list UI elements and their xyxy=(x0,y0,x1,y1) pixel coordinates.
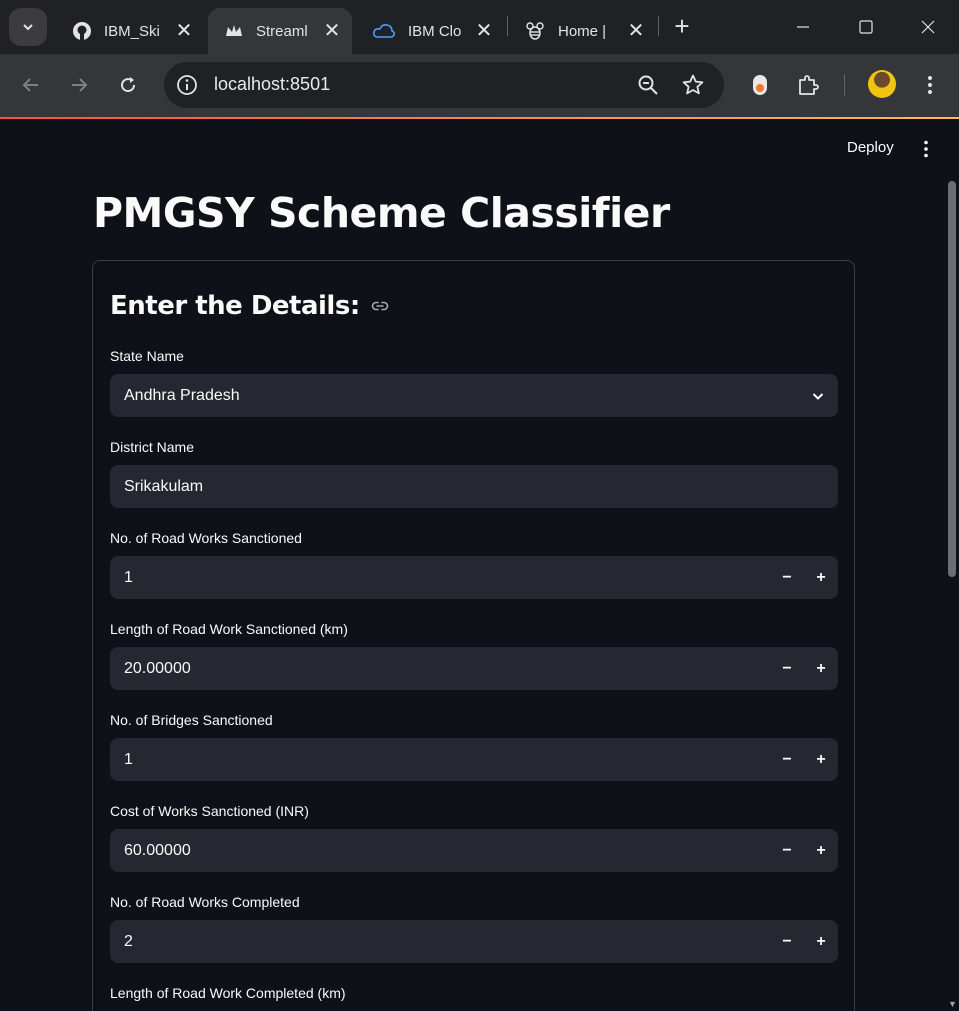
minimize-icon xyxy=(797,26,809,28)
maximize-button[interactable] xyxy=(846,12,886,42)
road-works-sanctioned-value: 1 xyxy=(124,568,133,586)
tab-separator xyxy=(658,16,659,36)
chevron-down-icon[interactable] xyxy=(798,374,838,417)
state-name-label: State Name xyxy=(110,348,184,364)
bridges-sanctioned-label: No. of Bridges Sanctioned xyxy=(110,712,273,728)
state-name-value: Andhra Pradesh xyxy=(124,386,240,404)
browser-menu-icon[interactable] xyxy=(915,70,945,100)
toolbar-divider xyxy=(844,74,845,96)
cost-sanctioned-value: 60.00000 xyxy=(124,841,191,859)
increment-button[interactable]: + xyxy=(804,829,838,872)
decrement-button[interactable]: − xyxy=(770,829,804,872)
tab-github[interactable]: IBM_Ski ✕ xyxy=(56,8,204,54)
increment-button[interactable]: + xyxy=(804,556,838,599)
district-name-label: District Name xyxy=(110,439,195,455)
road-length-completed-label: Length of Road Work Completed (km) xyxy=(110,985,346,1001)
cost-sanctioned-input[interactable]: 60.00000 − + xyxy=(110,829,838,872)
decrement-button[interactable]: − xyxy=(770,920,804,963)
arrow-left-icon xyxy=(22,78,38,92)
increment-button[interactable]: + xyxy=(804,647,838,690)
details-form: Enter the Details: State Name Andhra Pra… xyxy=(92,260,855,1011)
tab-title: Streaml xyxy=(256,22,308,40)
page-title: PMGSY Scheme Classifier xyxy=(93,189,670,237)
streamlit-crown-icon xyxy=(226,25,242,36)
github-icon xyxy=(73,22,91,40)
zoom-icon[interactable] xyxy=(636,73,660,97)
site-info-icon[interactable] xyxy=(175,73,199,97)
close-icon[interactable]: ✕ xyxy=(626,21,646,41)
road-works-completed-label: No. of Road Works Completed xyxy=(110,894,300,910)
tab-title: IBM_Ski xyxy=(104,22,160,40)
form-heading-text: Enter the Details: xyxy=(110,291,360,321)
chevron-down-icon xyxy=(23,24,33,31)
road-length-sanctioned-value: 20.00000 xyxy=(124,659,191,677)
increment-button[interactable]: + xyxy=(804,920,838,963)
road-works-completed-value: 2 xyxy=(124,932,133,950)
close-icon[interactable]: ✕ xyxy=(174,21,194,41)
cost-sanctioned-label: Cost of Works Sanctioned (INR) xyxy=(110,803,309,819)
profile-avatar[interactable] xyxy=(868,70,896,98)
form-heading: Enter the Details: xyxy=(110,291,390,321)
bridges-sanctioned-value: 1 xyxy=(124,750,133,768)
tab-home[interactable]: Home | ✕ xyxy=(508,8,656,54)
close-icon[interactable]: ✕ xyxy=(474,21,494,41)
forward-button[interactable] xyxy=(62,68,96,102)
road-length-sanctioned-input[interactable]: 20.00000 − + xyxy=(110,647,838,690)
tab-search-button[interactable] xyxy=(9,8,47,46)
district-name-value: Srikakulam xyxy=(124,477,204,495)
decrement-button[interactable]: − xyxy=(770,647,804,690)
tab-title: IBM Clo xyxy=(408,22,462,40)
bee-icon xyxy=(526,22,544,40)
deploy-button[interactable]: Deploy xyxy=(847,139,894,156)
ibm-cloud-icon xyxy=(373,24,396,38)
close-icon[interactable]: ✕ xyxy=(322,21,342,41)
close-icon xyxy=(921,20,935,34)
reload-icon xyxy=(121,77,136,93)
minimize-button[interactable] xyxy=(783,12,823,42)
decrement-button[interactable]: − xyxy=(770,556,804,599)
page-scrollbar[interactable] xyxy=(948,181,956,577)
district-name-input[interactable]: Srikakulam xyxy=(110,465,838,508)
anchor-link-icon[interactable] xyxy=(370,296,390,316)
arrow-right-icon xyxy=(72,78,88,92)
scroll-down-arrow-icon[interactable]: ▼ xyxy=(948,999,958,1009)
road-length-sanctioned-label: Length of Road Work Sanctioned (km) xyxy=(110,621,348,637)
streamlit-app: Deploy ▼ PMGSY Scheme Classifier Enter t… xyxy=(0,119,959,1011)
road-works-sanctioned-label: No. of Road Works Sanctioned xyxy=(110,530,302,546)
maximize-icon xyxy=(859,20,873,34)
extension-record-icon[interactable] xyxy=(745,70,775,100)
more-options-icon[interactable] xyxy=(916,139,936,159)
browser-toolbar: localhost:8501 xyxy=(0,54,959,117)
road-works-sanctioned-input[interactable]: 1 − + xyxy=(110,556,838,599)
address-bar[interactable]: localhost:8501 xyxy=(164,62,724,108)
bridges-sanctioned-input[interactable]: 1 − + xyxy=(110,738,838,781)
decrement-button[interactable]: − xyxy=(770,738,804,781)
road-works-completed-input[interactable]: 2 − + xyxy=(110,920,838,963)
browser-tabstrip: IBM_Ski ✕ Streaml ✕ IBM Clo ✕ Home | ✕ + xyxy=(0,0,959,54)
new-tab-button[interactable]: + xyxy=(668,12,696,40)
extensions-puzzle-icon[interactable] xyxy=(793,70,823,100)
tab-streamlit[interactable]: Streaml ✕ xyxy=(208,8,352,54)
back-button[interactable] xyxy=(14,68,48,102)
state-name-select[interactable]: Andhra Pradesh xyxy=(110,374,838,417)
tab-title: Home | xyxy=(558,22,607,40)
tab-ibm-cloud[interactable]: IBM Clo ✕ xyxy=(356,8,504,54)
close-window-button[interactable] xyxy=(908,12,948,42)
url-text[interactable]: localhost:8501 xyxy=(214,74,330,95)
reload-button[interactable] xyxy=(111,68,145,102)
increment-button[interactable]: + xyxy=(804,738,838,781)
bookmark-star-icon[interactable] xyxy=(681,73,705,97)
